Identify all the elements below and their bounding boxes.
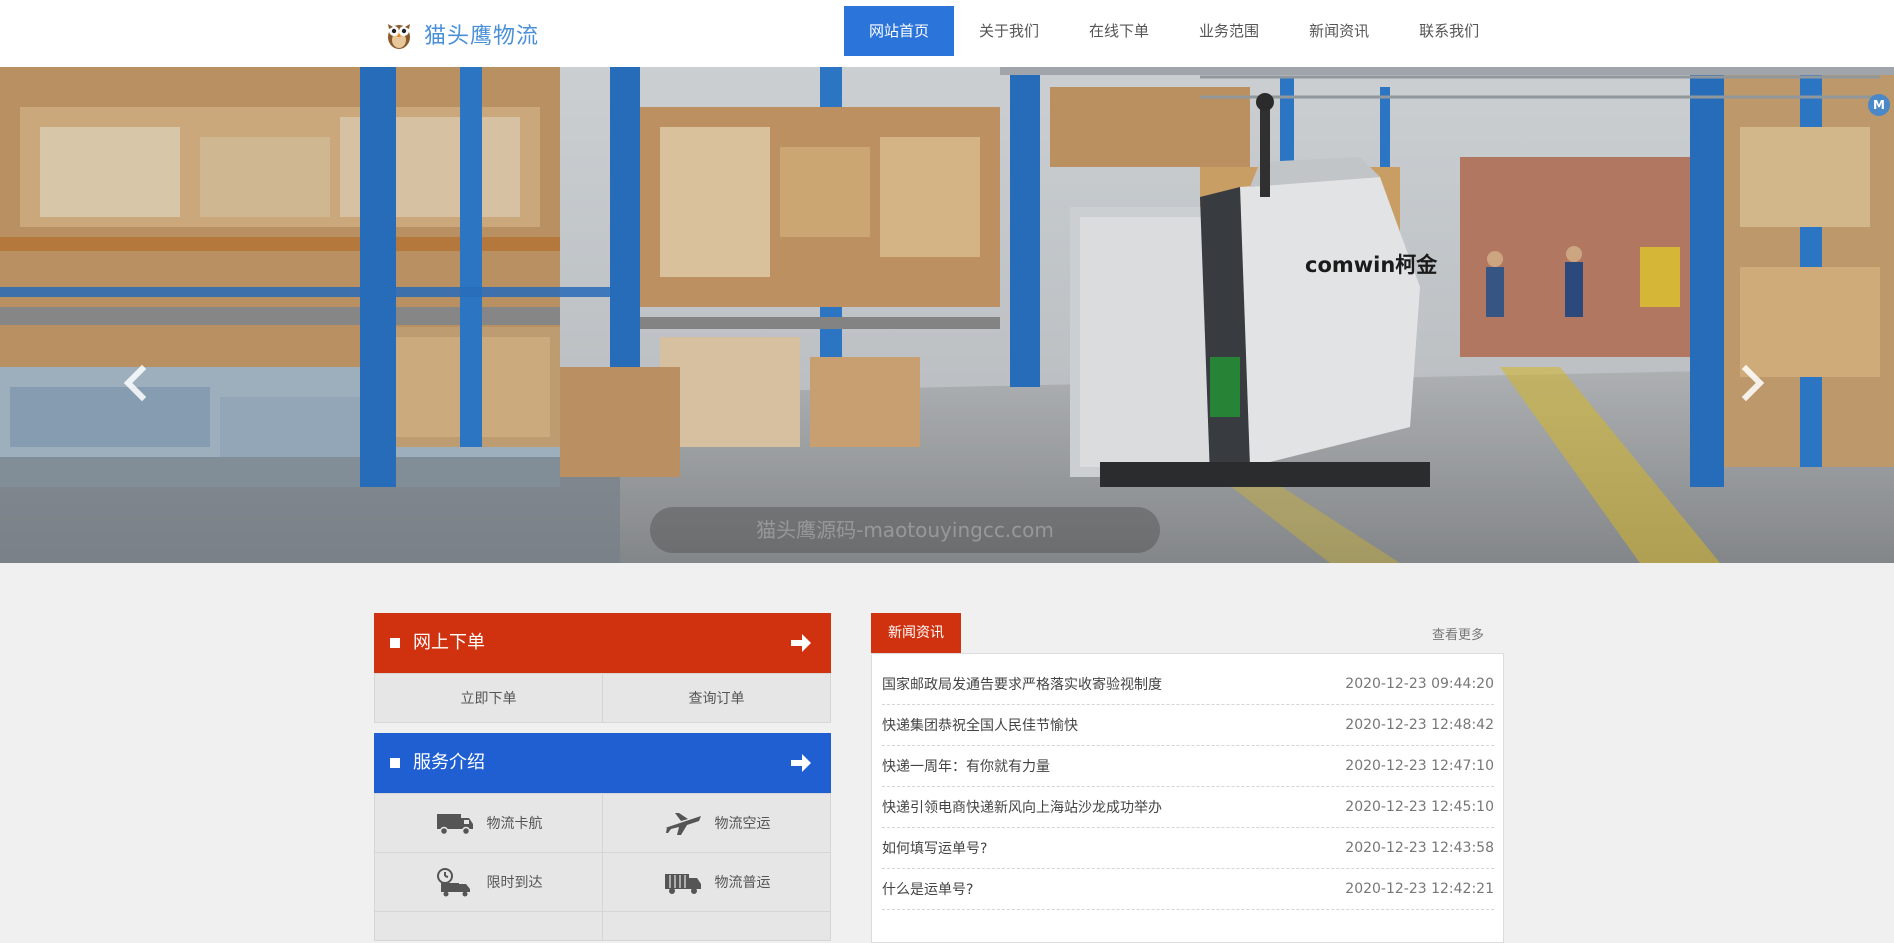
service-row-1: 物流卡航 物流空运: [374, 793, 831, 853]
news-item[interactable]: 快递引领电商快递新风向上海站沙龙成功举办 2020-12-23 12:45:10: [882, 787, 1494, 828]
nav-news[interactable]: 新闻资讯: [1284, 6, 1394, 56]
hero-banner[interactable]: comwin柯金 猫头鹰源码-maotouyingcc.com: [0, 67, 1894, 563]
service-air-freight[interactable]: 物流空运: [603, 793, 831, 853]
chevron-left-icon: [123, 364, 147, 402]
service-intro-header[interactable]: 服务介绍: [374, 733, 831, 793]
online-order-title: 网上下单: [413, 632, 485, 653]
service-label: 物流空运: [714, 816, 771, 832]
service-label: 物流普运: [714, 875, 771, 891]
news-title[interactable]: 快递一周年：有你就有力量: [882, 756, 1050, 776]
service-time-limited[interactable]: 限时到达: [374, 852, 603, 912]
watermark-text: 猫头鹰源码-maotouyingcc.com: [756, 518, 1054, 542]
site-logo[interactable]: 猫头鹰物流: [384, 16, 539, 52]
news-title[interactable]: 什么是运单号?: [882, 879, 973, 899]
news-title[interactable]: 国家邮政局发通告要求严格落实收寄验视制度: [882, 674, 1162, 694]
news-date: 2020-12-23 12:45:10: [1345, 799, 1494, 815]
side-float-badge[interactable]: M: [1868, 94, 1890, 116]
cargo-truck-icon: [664, 874, 701, 894]
service-row-2: 限时到达 物流普运: [374, 852, 831, 912]
news-title[interactable]: 快递集团恭祝全国人民佳节愉快: [882, 715, 1078, 735]
chevron-right-icon: [1741, 364, 1765, 402]
owl-icon: [388, 24, 410, 49]
news-item[interactable]: 国家邮政局发通告要求严格落实收寄验视制度 2020-12-23 09:44:20: [882, 664, 1494, 705]
service-cell-empty[interactable]: [603, 911, 831, 941]
arrow-right-icon: [791, 634, 811, 652]
news-date: 2020-12-23 09:44:20: [1345, 676, 1494, 692]
service-cell-empty[interactable]: [374, 911, 603, 941]
news-title[interactable]: 快递引领电商快递新风向上海站沙龙成功举办: [882, 797, 1162, 817]
nav-home[interactable]: 网站首页: [844, 6, 955, 56]
square-bullet-icon: [390, 758, 400, 768]
nav-business-scope[interactable]: 业务范围: [1174, 6, 1284, 56]
watermark-overlay: 猫头鹰源码-maotouyingcc.com: [650, 507, 1160, 553]
news-item[interactable]: 快递一周年：有你就有力量 2020-12-23 12:47:10: [882, 746, 1494, 787]
prev-slide-arrow[interactable]: [120, 363, 150, 403]
news-item[interactable]: 什么是运单号? 2020-12-23 12:42:21: [882, 869, 1494, 910]
query-order-button[interactable]: 查询订单: [603, 673, 831, 723]
news-item[interactable]: 快递集团恭祝全国人民佳节愉快 2020-12-23 12:48:42: [882, 705, 1494, 746]
news-date: 2020-12-23 12:42:21: [1345, 881, 1494, 897]
news-date: 2020-12-23 12:43:58: [1345, 840, 1494, 856]
service-label: 限时到达: [486, 875, 543, 891]
next-slide-arrow[interactable]: [1738, 363, 1768, 403]
news-more-link[interactable]: 查看更多: [1432, 624, 1484, 643]
truck-icon: [436, 814, 473, 836]
nav-online-order[interactable]: 在线下单: [1064, 6, 1174, 56]
nav-about[interactable]: 关于我们: [954, 6, 1064, 56]
news-date: 2020-12-23 12:47:10: [1345, 758, 1494, 774]
nav-contact[interactable]: 联系我们: [1394, 6, 1504, 56]
service-label: 物流卡航: [486, 816, 543, 832]
service-general-freight[interactable]: 物流普运: [603, 852, 831, 912]
square-bullet-icon: [390, 638, 400, 648]
news-panel: 国家邮政局发通告要求严格落实收寄验视制度 2020-12-23 09:44:20…: [871, 653, 1504, 943]
arrow-right-icon: [791, 754, 811, 772]
service-truck-line[interactable]: 物流卡航: [374, 793, 603, 853]
site-header: 猫头鹰物流 网站首页 关于我们 在线下单 业务范围 新闻资讯 联系我们: [0, 0, 1894, 67]
news-list: 国家邮政局发通告要求严格落实收寄验视制度 2020-12-23 09:44:20…: [882, 664, 1494, 910]
online-order-header[interactable]: 网上下单: [374, 613, 831, 673]
logo-text: 猫头鹰物流: [424, 24, 540, 49]
clock-truck-icon: [436, 868, 470, 897]
news-item[interactable]: 如何填写运单号? 2020-12-23 12:43:58: [882, 828, 1494, 869]
place-order-button[interactable]: 立即下单: [374, 673, 603, 723]
warehouse-image: comwin柯金: [0, 67, 1894, 563]
news-tab[interactable]: 新闻资讯: [871, 613, 961, 653]
airplane-icon: [664, 813, 701, 835]
main-nav: 网站首页 关于我们 在线下单 业务范围 新闻资讯 联系我们: [844, 6, 1504, 56]
service-intro-title: 服务介绍: [413, 752, 485, 773]
order-actions: 立即下单 查询订单: [374, 673, 831, 723]
news-title[interactable]: 如何填写运单号?: [882, 838, 987, 858]
service-row-3: [374, 911, 831, 941]
news-date: 2020-12-23 12:48:42: [1345, 717, 1494, 733]
